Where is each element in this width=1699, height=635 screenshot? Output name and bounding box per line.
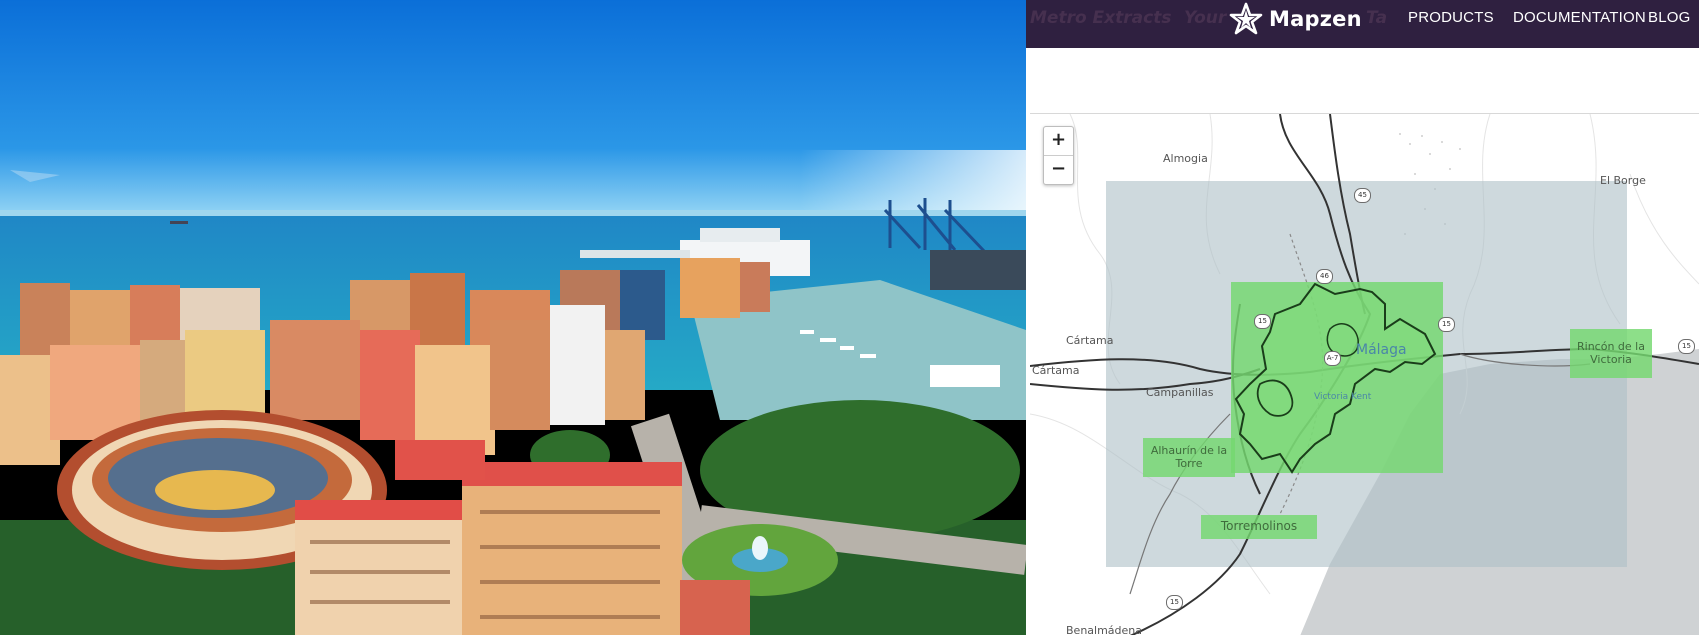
malaga-city-photo (0, 0, 1026, 635)
place-cartama-1: Cártama (1066, 334, 1114, 347)
extract-label-rincon: Rincón de la Victoria (1577, 340, 1645, 366)
mapzen-logo[interactable]: Mapzen (1229, 2, 1362, 36)
zoom-control: + − (1043, 126, 1074, 185)
mapzen-panel: Metro Extracts Your Ta Mapzen PRODUCTS D… (1026, 0, 1699, 635)
neighborhood-label-victoria: Victoria Kent (1314, 392, 1372, 402)
place-cartama-2: Cártama (1032, 364, 1080, 377)
nav-blog[interactable]: BLOG (1648, 9, 1690, 26)
place-campanillas: Campanillas (1146, 386, 1214, 399)
city-label-malaga: Málaga (1356, 342, 1407, 358)
faded-tab-your: Your (1184, 8, 1227, 28)
mapzen-star-icon (1229, 2, 1263, 35)
zoom-in-button[interactable]: + (1044, 127, 1073, 155)
road-shield: 46 (1316, 269, 1333, 284)
nav-products[interactable]: PRODUCTS (1408, 9, 1494, 26)
zoom-out-button[interactable]: − (1044, 155, 1073, 184)
place-el-borge: El Borge (1600, 174, 1646, 187)
extract-label-torremolinos: Torremolinos (1220, 519, 1298, 533)
top-navbar: Metro Extracts Your Ta Mapzen PRODUCTS D… (1026, 0, 1699, 48)
road-shield: A-7 (1324, 351, 1341, 366)
road-shield: 15 (1678, 339, 1695, 354)
extract-label-alhaurin: Alhaurín de la Torre (1150, 444, 1228, 470)
faded-tab-ta: Ta (1366, 8, 1388, 28)
place-benalmadena: Benalmádena (1066, 624, 1143, 635)
road-shield: 15 (1438, 317, 1455, 332)
road-shield: 15 (1254, 314, 1271, 329)
nav-documentation[interactable]: DOCUMENTATION (1513, 9, 1646, 26)
logo-text: Mapzen (1269, 7, 1362, 31)
road-shield: 45 (1354, 188, 1371, 203)
faded-tab-metro-extracts: Metro Extracts (1030, 8, 1172, 28)
map-view[interactable]: + − Almogia El Borge Cártama Cártama Cam… (1030, 113, 1699, 635)
road-shield: 15 (1166, 595, 1183, 610)
place-almogia: Almogia (1163, 152, 1208, 165)
